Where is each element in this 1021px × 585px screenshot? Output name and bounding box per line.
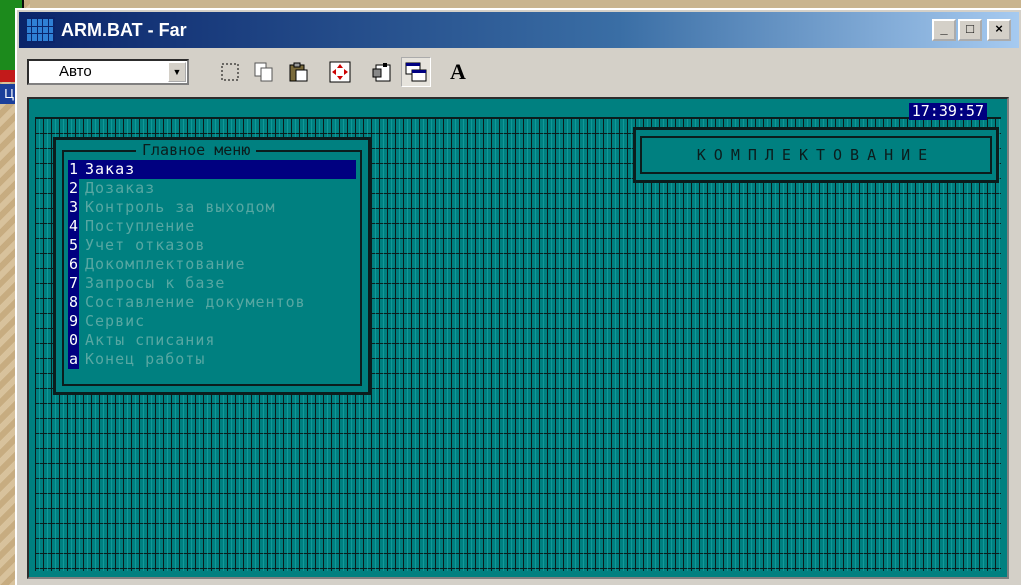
menu-item[interactable]: 1 Заказ: [68, 160, 356, 179]
menu-item[interactable]: 3 Контроль за выходом: [68, 198, 356, 217]
menu-item[interactable]: 4 Поступление: [68, 217, 356, 236]
window-title: ARM.BAT - Far: [61, 19, 187, 40]
font-size-value: Авто: [59, 63, 92, 80]
far-window: ARM.BAT - Far _ □ × Авто ▼ A 17:39:57 КО…: [15, 8, 1021, 585]
console-area[interactable]: 17:39:57 КОМПЛЕКТОВАНИЕ Главное меню 1 За…: [27, 97, 1009, 579]
menu-item[interactable]: 2 Дозаказ: [68, 179, 356, 198]
menu-item[interactable]: 8 Составление документов: [68, 293, 356, 312]
font-size-select[interactable]: Авто ▼: [27, 59, 189, 85]
menu-title: Главное меню: [136, 141, 257, 159]
status-title: КОМПЛЕКТОВАНИЕ: [640, 136, 992, 174]
minimize-button[interactable]: _: [932, 19, 956, 41]
menu-item[interactable]: 9 Сервис: [68, 312, 356, 331]
console-app-icon: [25, 17, 55, 43]
properties-icon[interactable]: [367, 57, 397, 87]
toolbar: Авто ▼ A: [19, 50, 1019, 94]
paste-icon[interactable]: [283, 57, 313, 87]
menu-item[interactable]: a Конец работы: [68, 350, 356, 369]
status-panel: КОМПЛЕКТОВАНИЕ: [633, 127, 999, 183]
background-icon[interactable]: [401, 57, 431, 87]
copy-icon[interactable]: [249, 57, 279, 87]
menu-item[interactable]: 6 Докомплектование: [68, 255, 356, 274]
close-button[interactable]: ×: [987, 19, 1011, 41]
main-menu: Главное меню 1 Заказ 2 Дозаказ 3 Контроль з…: [53, 137, 371, 395]
menu-item[interactable]: 0 Акты списания: [68, 331, 356, 350]
menu-item[interactable]: 5 Учет отказов: [68, 236, 356, 255]
chevron-down-icon[interactable]: ▼: [168, 62, 186, 82]
font-button[interactable]: A: [443, 57, 473, 87]
menu-list: 1 Заказ 2 Дозаказ 3 Контроль за выходом 4 По…: [68, 160, 356, 369]
menu-item[interactable]: 7 Запросы к базе: [68, 274, 356, 293]
clock: 17:39:57: [908, 103, 987, 120]
fullscreen-icon[interactable]: [325, 57, 355, 87]
title-bar[interactable]: ARM.BAT - Far _ □ ×: [19, 12, 1019, 48]
mark-icon[interactable]: [215, 57, 245, 87]
maximize-button[interactable]: □: [958, 19, 982, 41]
